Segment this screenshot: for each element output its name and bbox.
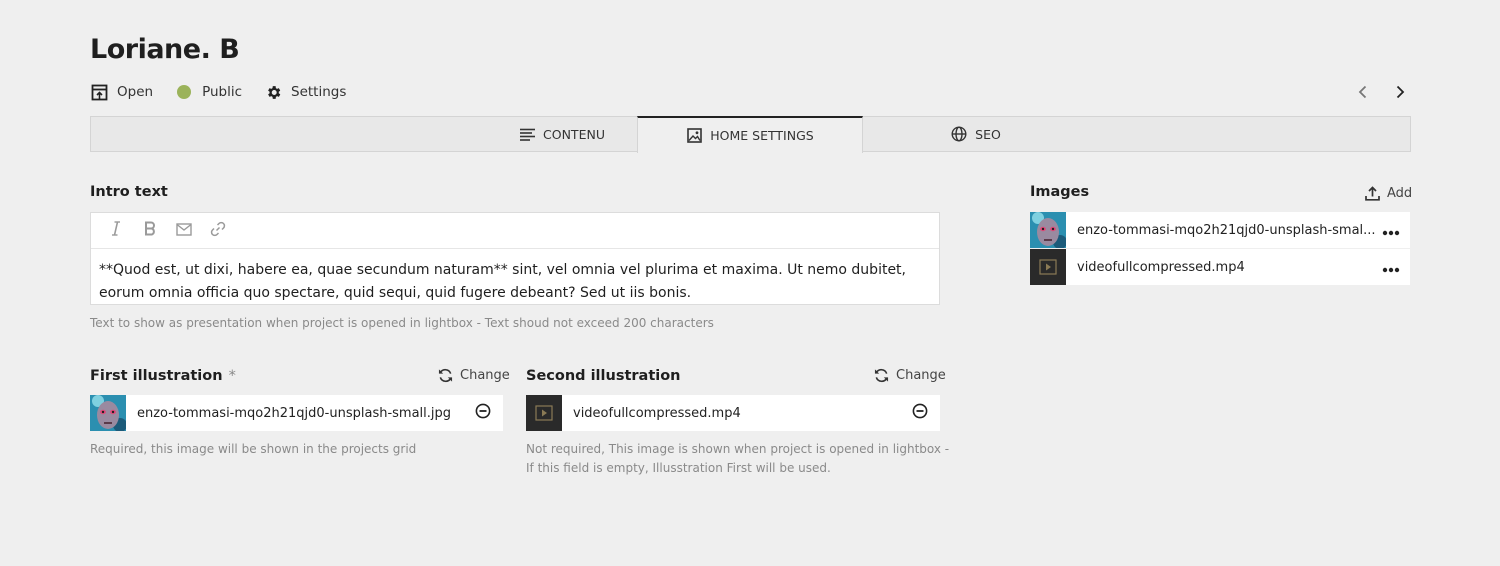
italic-icon: [111, 221, 121, 240]
change-label: Change: [896, 367, 946, 383]
more-dots-icon: [1382, 221, 1400, 240]
image-list-item[interactable]: videofullcompressed.mp4: [1030, 249, 1410, 285]
tab-contenu[interactable]: CONTENU: [487, 116, 637, 152]
remove-circle-icon: [912, 403, 928, 423]
remove-circle-icon: [475, 403, 491, 423]
open-external-icon: [90, 83, 108, 101]
first-illustration-label: First illustration *: [90, 368, 236, 384]
add-label: Add: [1387, 185, 1413, 201]
second-illustration-change-button[interactable]: Change: [873, 367, 946, 383]
video-thumbnail: [1030, 249, 1066, 285]
email-link-button[interactable]: [167, 214, 201, 248]
bold-icon: [144, 221, 156, 240]
file-name: videofullcompressed.mp4: [573, 405, 741, 421]
intro-text-help: Text to show as presentation when projec…: [90, 316, 714, 330]
open-label: Open: [117, 84, 154, 100]
upload-icon: [1364, 185, 1380, 201]
open-button[interactable]: Open: [90, 83, 153, 101]
link-button[interactable]: [201, 214, 235, 248]
tab-home-settings[interactable]: HOME SETTINGS: [637, 116, 863, 153]
second-illustration-label: Second illustration: [526, 368, 681, 384]
first-illustration-help: Required, this image will be shown in th…: [90, 442, 417, 456]
second-illustration-help: Not required, This image is shown when p…: [526, 440, 949, 478]
chevron-right-icon: [1395, 84, 1405, 103]
editor-toolbar: [91, 213, 939, 249]
first-illustration-change-button[interactable]: Change: [437, 367, 510, 383]
images-label: Images: [1030, 184, 1090, 200]
bold-button[interactable]: [133, 214, 167, 248]
visibility-status[interactable]: Public: [175, 83, 242, 101]
refresh-icon: [437, 367, 453, 383]
link-icon: [210, 221, 226, 241]
record-pager: [1336, 83, 1410, 103]
second-illustration-file: videofullcompressed.mp4: [526, 395, 940, 431]
intro-text-content[interactable]: **Quod est, ut dixi, habere ea, quae sec…: [91, 249, 939, 304]
italic-button[interactable]: [99, 214, 133, 248]
page-title: Loriane. B: [90, 34, 240, 65]
remove-file-button[interactable]: [471, 401, 495, 425]
intro-text-editor: **Quod est, ut dixi, habere ea, quae sec…: [90, 212, 940, 305]
image-list-item[interactable]: enzo-tommasi-mqo2h21qjd0-unsplash-smal..…: [1030, 212, 1410, 248]
face-image-thumbnail: [90, 395, 126, 431]
header-actions: Open Public Settings: [90, 83, 368, 101]
more-options-button[interactable]: [1379, 218, 1403, 242]
settings-button[interactable]: Settings: [264, 83, 346, 101]
refresh-icon: [873, 367, 889, 383]
intro-text-label: Intro text: [90, 184, 168, 200]
change-label: Change: [460, 367, 510, 383]
gear-icon: [264, 83, 282, 101]
chevron-left-icon: [1358, 84, 1368, 103]
video-thumbnail: [526, 395, 562, 431]
tab-label: CONTENU: [543, 126, 605, 142]
file-name: videofullcompressed.mp4: [1077, 259, 1245, 275]
add-image-button[interactable]: Add: [1364, 185, 1412, 201]
next-button[interactable]: [1390, 83, 1410, 103]
email-icon: [176, 221, 192, 240]
first-illustration-file: enzo-tommasi-mqo2h21qjd0-unsplash-small.…: [90, 395, 503, 431]
tab-label: HOME SETTINGS: [710, 128, 814, 143]
settings-label: Settings: [291, 84, 347, 100]
file-name: enzo-tommasi-mqo2h21qjd0-unsplash-small.…: [137, 405, 452, 421]
globe-icon: [951, 126, 967, 142]
previous-button[interactable]: [1353, 83, 1373, 103]
remove-file-button[interactable]: [908, 401, 932, 425]
more-dots-icon: [1382, 258, 1400, 277]
status-dot-icon: [175, 83, 193, 101]
file-name: enzo-tommasi-mqo2h21qjd0-unsplash-smal..…: [1077, 222, 1376, 238]
face-image-thumbnail: [1030, 212, 1066, 248]
first-illustration-label-text: First illustration: [90, 368, 223, 384]
required-marker: *: [228, 368, 236, 384]
more-options-button[interactable]: [1379, 255, 1403, 279]
image-icon: [686, 128, 702, 144]
help-line: If this field is empty, Illusstration Fi…: [526, 461, 831, 475]
tab-seo[interactable]: SEO: [863, 116, 1089, 152]
tab-label: SEO: [975, 126, 1001, 142]
status-label: Public: [202, 84, 243, 100]
help-line: Not required, This image is shown when p…: [526, 442, 950, 456]
section-tabs: CONTENU HOME SETTINGS SEO: [90, 116, 1411, 153]
text-lines-icon: [519, 126, 535, 142]
